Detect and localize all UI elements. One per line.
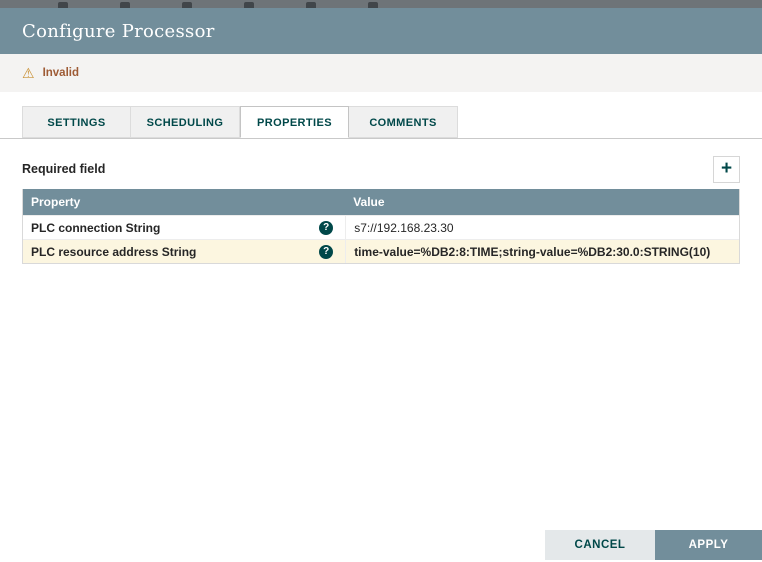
property-name: PLC connection String	[31, 220, 161, 235]
cancel-button[interactable]: CANCEL	[545, 530, 655, 560]
toolbar-icon	[244, 2, 254, 8]
table-row: PLC resource address String ? time-value…	[23, 239, 739, 263]
tab-comments[interactable]: COMMENTS	[349, 106, 458, 138]
validation-status: Invalid	[42, 67, 79, 79]
dialog-footer: CANCEL APPLY	[545, 530, 762, 560]
toolbar-icon	[120, 2, 130, 8]
property-value-cell[interactable]: time-value=%DB2:8:TIME;string-value=%DB2…	[345, 240, 739, 263]
help-icon[interactable]: ?	[319, 244, 334, 259]
required-field-label: Required field	[22, 162, 106, 176]
toolbar-icon	[306, 2, 316, 8]
plus-icon: +	[720, 157, 733, 179]
properties-table: Property Value PLC connection String ? s…	[22, 189, 740, 264]
warning-icon: ⚠	[22, 65, 35, 81]
property-value: time-value=%DB2:8:TIME;string-value=%DB2…	[354, 244, 711, 259]
toolbar-icon	[368, 2, 378, 8]
validation-banner: ⚠ Invalid	[0, 54, 762, 92]
property-name-cell: PLC resource address String ?	[23, 244, 345, 259]
toolbar-icon	[182, 2, 192, 8]
column-header-property: Property	[31, 195, 81, 209]
dialog-title: Configure Processor	[22, 20, 215, 42]
apply-button[interactable]: APPLY	[655, 530, 762, 560]
tab-properties[interactable]: PROPERTIES	[240, 106, 349, 138]
help-icon[interactable]: ?	[319, 220, 334, 235]
table-toolbar: Required field +	[22, 149, 740, 189]
property-name: PLC resource address String	[31, 244, 197, 259]
add-property-button[interactable]: +	[713, 155, 740, 183]
toolbar-icon	[58, 2, 68, 8]
column-header-value: Value	[353, 195, 385, 209]
table-row: PLC connection String ? s7://192.168.23.…	[23, 215, 739, 239]
background-app-strip	[0, 0, 762, 8]
properties-panel: Required field + Property Value PLC conn…	[0, 139, 762, 264]
property-value-cell[interactable]: s7://192.168.23.30	[345, 216, 739, 239]
property-value: s7://192.168.23.30	[354, 220, 454, 235]
tab-settings[interactable]: SETTINGS	[22, 106, 131, 138]
property-name-cell: PLC connection String ?	[23, 220, 345, 235]
tab-scheduling[interactable]: SCHEDULING	[131, 106, 240, 138]
table-header-row: Property Value	[23, 189, 739, 215]
dialog-header: Configure Processor	[0, 8, 762, 54]
tab-bar: SETTINGS SCHEDULING PROPERTIES COMMENTS	[0, 106, 762, 139]
